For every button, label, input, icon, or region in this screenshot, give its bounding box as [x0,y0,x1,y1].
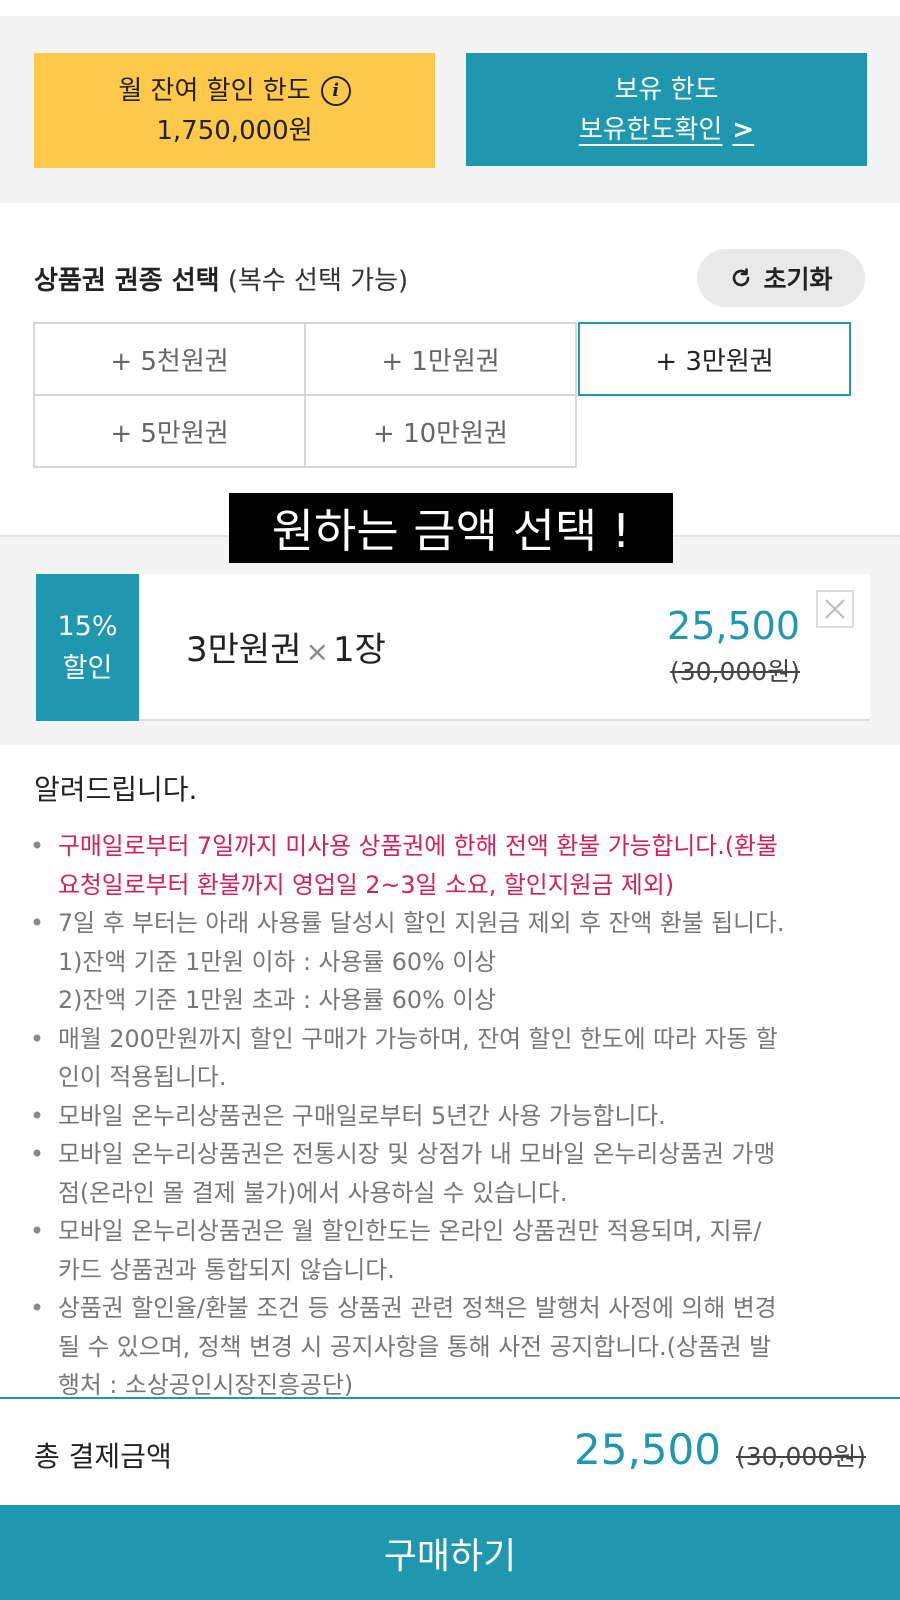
buy-button[interactable]: 구매하기 [0,1505,900,1600]
notice-item: 매월 200만원까지 할인 구매가 가능하며, 잔여 할인 한도에 따라 자동 … [28,1020,880,1097]
app-root: 월 잔여 할인 한도 i 1,750,000원 보유 한도 보유한도확인 > 상… [0,0,900,1600]
notice-item: 모바일 온누리상품권은 전통시장 및 상점가 내 모바일 온누리상품권 가맹 점… [28,1135,880,1212]
total-label: 총 결제금액 [34,1440,172,1473]
total-original-price: (30,000원) [736,1442,866,1471]
notice-list: 구매일로부터 7일까지 미사용 상품권에 한해 전액 환불 가능합니다.(환불 … [28,827,880,1397]
notice-scroll-area: 알려드립니다. 구매일로부터 7일까지 미사용 상품권에 한해 전액 환불 가능… [0,0,900,1397]
notice-item: 상품권 할인율/환불 조건 등 상품권 관련 정책은 발행처 사정에 의해 변경… [28,1289,880,1397]
notice-item: 모바일 온누리상품권은 월 할인한도는 온라인 상품권만 적용되며, 지류/ 카… [28,1212,880,1289]
total-bar: 총 결제금액 25,500 (30,000원) [0,1397,900,1505]
notice-item: 구매일로부터 7일까지 미사용 상품권에 한해 전액 환불 가능합니다.(환불 … [28,827,880,904]
total-price: 25,500 [574,1425,721,1474]
notice-item: 7일 후 부터는 아래 사용률 달성시 할인 지원금 제외 후 잔액 환불 됩니… [28,904,880,1020]
overlay-banner: 원하는 금액 선택 ! [229,493,673,563]
option-30thousand[interactable]: + 3만원권 [578,322,851,396]
notice-item: 모바일 온누리상품권은 구매일로부터 5년간 사용 가능합니다. [28,1097,880,1136]
notice-title: 알려드립니다. [34,773,198,806]
